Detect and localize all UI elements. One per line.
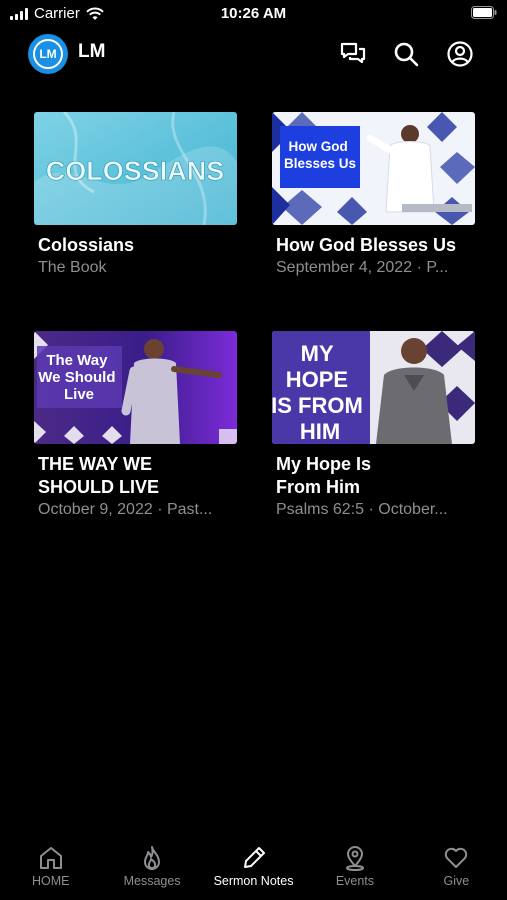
tab-label: Give [443, 874, 470, 888]
card-subtitle: The Book [38, 259, 107, 276]
thumbnail: How God Blesses Us [272, 112, 475, 225]
tab-sermon-notes[interactable]: Sermon Notes [203, 838, 304, 900]
card-title: My Hope Is From Him [276, 454, 372, 497]
logo-text: LM [33, 39, 63, 69]
app-logo[interactable]: LM [28, 34, 68, 74]
sermon-card-how-god-blesses-us[interactable]: How God Blesses Us How God Blesses Us Se… [272, 112, 475, 278]
card-subtitle: September 4, 2022 · P... [276, 259, 449, 276]
sermon-card-my-hope-is-from-him[interactable]: MY HOPE IS FROM HIM My Hope Is From Him … [272, 331, 475, 520]
battery-icon [471, 6, 497, 19]
app-name: LM [78, 41, 106, 62]
thumbnail: The Way We Should Live [34, 331, 237, 444]
tab-label: HOME [31, 874, 70, 888]
tab-label: Events [335, 874, 375, 888]
tab-label: Sermon Notes [213, 874, 294, 888]
sermon-card-colossians[interactable]: COLOSSIANS Colossians The Book [34, 112, 237, 278]
search-icon[interactable] [392, 40, 420, 68]
tab-home[interactable]: HOME [0, 838, 101, 900]
status-time: 10:26 AM [220, 5, 287, 22]
location-pin-icon [345, 846, 364, 871]
flame-icon [144, 846, 161, 870]
thumbnail: MY HOPE IS FROM HIM [272, 331, 475, 444]
sermon-card-the-way-we-should-live[interactable]: The Way We Should Live THE WAY WE SHOULD… [34, 331, 237, 520]
heart-icon [445, 847, 468, 868]
tab-give[interactable]: Give [406, 838, 507, 900]
card-title: THE WAY WE SHOULD LIVE [38, 454, 160, 497]
home-icon [39, 847, 62, 869]
tab-events[interactable]: Events [304, 838, 405, 900]
tab-bar: HOME Messages Sermon Notes Events Give [0, 838, 507, 900]
thumb-text: COLOSSIANS [46, 156, 225, 186]
card-title: How God Blesses Us [276, 235, 457, 255]
thumbnail: COLOSSIANS [34, 112, 237, 225]
card-title: Colossians [38, 235, 135, 255]
card-subtitle: Psalms 62:5 · October... [276, 501, 448, 518]
card-subtitle: October 9, 2022 · Past... [38, 501, 213, 518]
pencil-icon [243, 847, 265, 868]
app-header: LM LM [0, 30, 507, 78]
account-icon[interactable] [446, 40, 474, 68]
tab-messages[interactable]: Messages [101, 838, 202, 900]
chat-icon[interactable] [339, 40, 367, 68]
tab-label: Messages [123, 874, 181, 888]
status-bar: Carrier 10:26 AM [0, 0, 507, 28]
